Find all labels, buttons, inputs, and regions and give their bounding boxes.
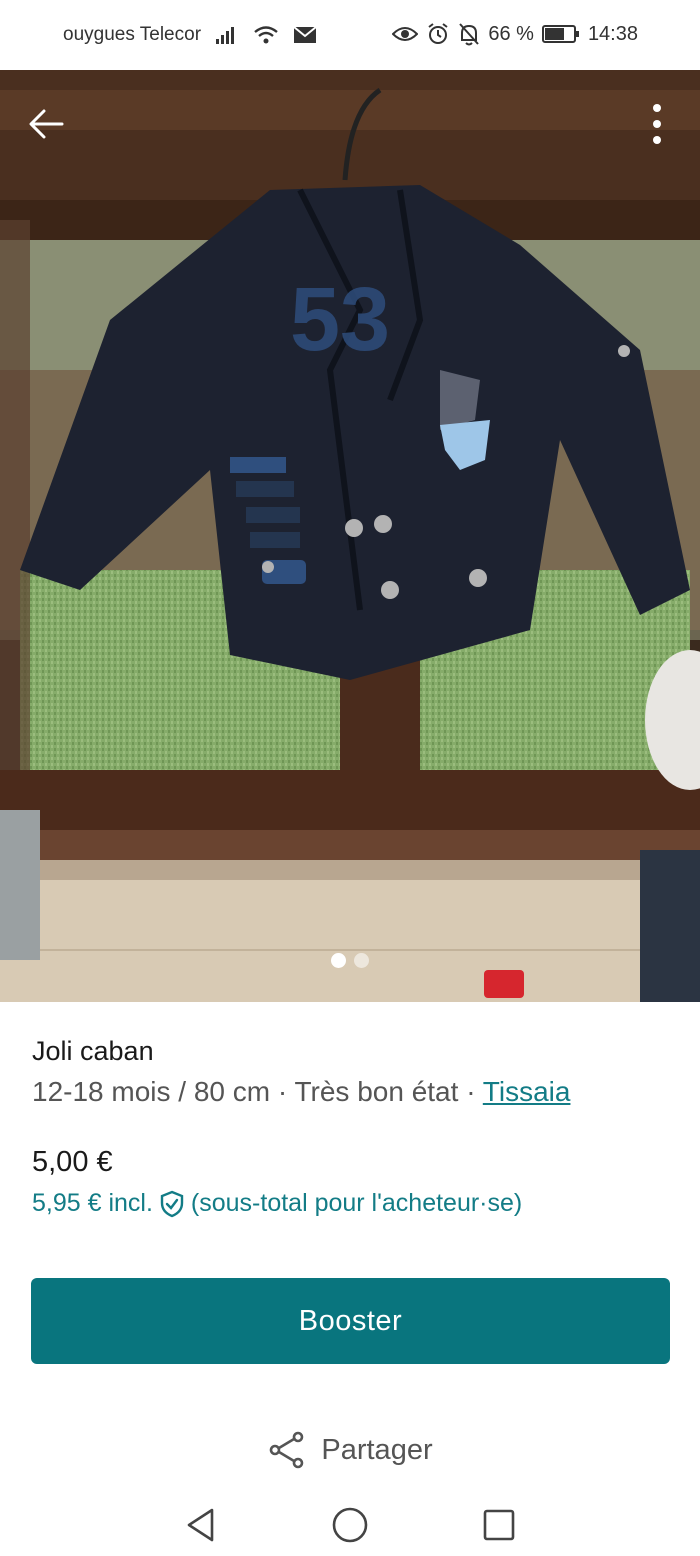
back-button[interactable] [22,100,70,148]
nav-recents-button[interactable] [474,1500,524,1550]
clock-time: 14:38 [587,22,638,45]
pagination-dot-active[interactable] [331,953,346,968]
battery-icon [541,24,580,44]
photo-pagination [0,953,700,968]
triangle-back-icon [187,1508,214,1542]
more-vertical-icon [653,104,661,144]
product-photo[interactable]: 53 [0,70,700,1002]
signal-icon [215,25,239,45]
mail-icon [293,26,317,44]
brand-link[interactable]: Tissaia [483,1076,571,1107]
system-nav-bar [0,1486,700,1556]
item-price: 5,00 € [32,1146,113,1178]
buyer-protection-price[interactable]: 5,95 € incl. (sous-total pour l'acheteur… [32,1189,522,1218]
item-title: Joli caban [32,1036,154,1066]
shield-check-icon [160,1190,184,1217]
bell-off-icon [458,22,480,46]
nav-back-button[interactable] [176,1500,226,1550]
share-icon [270,1431,304,1469]
circle-home-icon [332,1507,368,1543]
alarm-icon [426,22,450,46]
item-size-condition: 12-18 mois / 80 cm · Très bon état · [32,1076,483,1107]
price-incl-value: 5,95 € incl. [32,1189,153,1217]
nav-home-button[interactable] [325,1500,375,1550]
svg-text:53: 53 [290,270,390,370]
share-label: Partager [321,1433,433,1466]
status-bar: ouygues Telecor 66 % 14:38 [0,0,700,70]
wifi-icon [253,25,279,45]
jacket-photo-image: 53 [0,70,700,1002]
more-options-button[interactable] [642,100,672,148]
price-incl-note: (sous-total pour l'acheteur·se) [190,1189,523,1217]
square-recents-icon [483,1509,515,1541]
boost-button[interactable]: Booster [31,1278,670,1364]
carrier-name: ouygues Telecor [63,24,202,45]
arrow-left-icon [29,109,64,139]
pagination-dot[interactable] [354,953,369,968]
item-details: 12-18 mois / 80 cm · Très bon état · Tis… [32,1076,570,1108]
share-button[interactable]: Partager [0,1430,700,1470]
eye-icon [392,25,419,43]
battery-percent: 66 % [488,22,534,45]
